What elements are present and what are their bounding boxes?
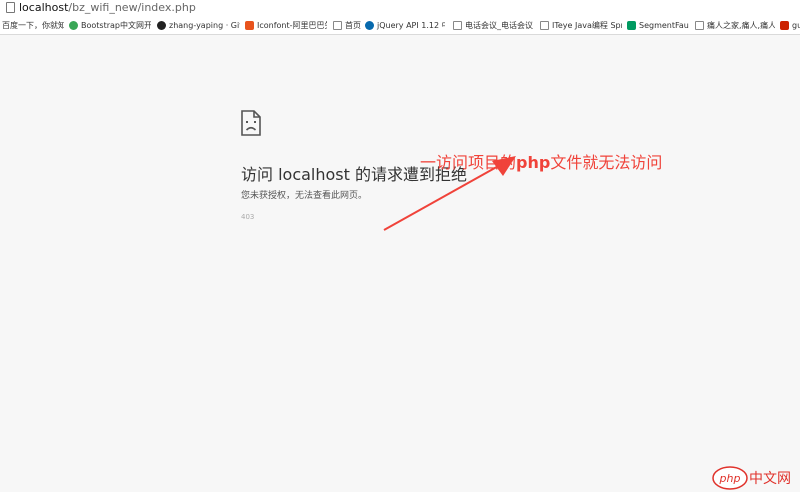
url-host: localhost: [19, 1, 69, 14]
bookmark-label: 首页: [345, 21, 361, 30]
jquery-icon: [365, 21, 374, 30]
address-bar[interactable]: localhost/bz_wifi_new/index.php: [0, 0, 800, 16]
iconfont-icon: [245, 21, 254, 30]
bookmark-home[interactable]: 首页: [333, 19, 363, 32]
bookmark-label: Bootstrap中文网开源: [81, 21, 151, 30]
bookmark-label: gu: [792, 21, 800, 30]
bootstrap-icon: [69, 21, 78, 30]
bookmark-bootstrap[interactable]: Bootstrap中文网开源: [69, 19, 151, 32]
sad-document-icon: [241, 110, 261, 136]
bookmark-iteye[interactable]: ITeye Java编程 Sprin: [540, 19, 622, 32]
watermark-text: 中文网: [749, 471, 791, 487]
php-cn-watermark-logo: php 中文网: [712, 466, 791, 490]
bookmark-segmentfault[interactable]: SegmentFault: [627, 19, 689, 32]
annotation-text: 一访问项目的php文件就无法访问: [420, 149, 662, 173]
bookmark-github[interactable]: zhang-yaping · GitHu: [157, 19, 240, 32]
document-icon: [333, 21, 342, 30]
annotation-prefix: 一访问项目的: [420, 153, 517, 172]
bookmark-label: 痛人之家,痛人,痛人什: [707, 21, 775, 30]
bookmark-label: 百度一下，你就知道: [2, 21, 64, 30]
bookmarks-bar: 百度一下，你就知道 Bootstrap中文网开源 zhang-yaping · …: [0, 16, 800, 35]
bookmark-label: zhang-yaping · GitHu: [169, 21, 240, 30]
document-icon: [695, 21, 704, 30]
github-icon: [157, 21, 166, 30]
annotation-suffix: 文件就无法访问: [550, 153, 663, 172]
error-description: 您未获授权，无法查看此网页。: [241, 191, 368, 201]
url-text[interactable]: localhost/bz_wifi_new/index.php: [19, 1, 196, 14]
error-code: 403: [241, 213, 255, 221]
bookmark-label: SegmentFault: [639, 21, 689, 30]
segmentfault-icon: [627, 21, 636, 30]
bookmark-label: jQuery API 1.12 中文: [377, 21, 445, 30]
document-icon: [540, 21, 549, 30]
red-bookmark-icon: [780, 21, 789, 30]
bookmark-gu[interactable]: gu: [780, 19, 800, 32]
bookmark-tongren[interactable]: 痛人之家,痛人,痛人什: [695, 19, 775, 32]
page-icon: [6, 2, 15, 13]
bookmark-label: 电话会议_电话会议系: [465, 21, 533, 30]
watermark-badge: php: [719, 472, 741, 485]
bookmark-conference[interactable]: 电话会议_电话会议系: [453, 19, 533, 32]
bookmark-baidu[interactable]: 百度一下，你就知道: [2, 19, 64, 32]
bookmark-label: ITeye Java编程 Sprin: [552, 21, 622, 30]
bookmark-label: Iconfont-阿里巴巴矢: [257, 21, 327, 30]
document-icon: [453, 21, 462, 30]
bookmark-iconfont[interactable]: Iconfont-阿里巴巴矢: [245, 19, 327, 32]
annotation-php: php: [516, 153, 551, 172]
url-path: /bz_wifi_new/index.php: [68, 1, 196, 14]
bookmark-jquery[interactable]: jQuery API 1.12 中文: [365, 19, 445, 32]
error-page: 访问 localhost 的请求遭到拒绝 您未获授权，无法查看此网页。 403 …: [0, 36, 800, 490]
